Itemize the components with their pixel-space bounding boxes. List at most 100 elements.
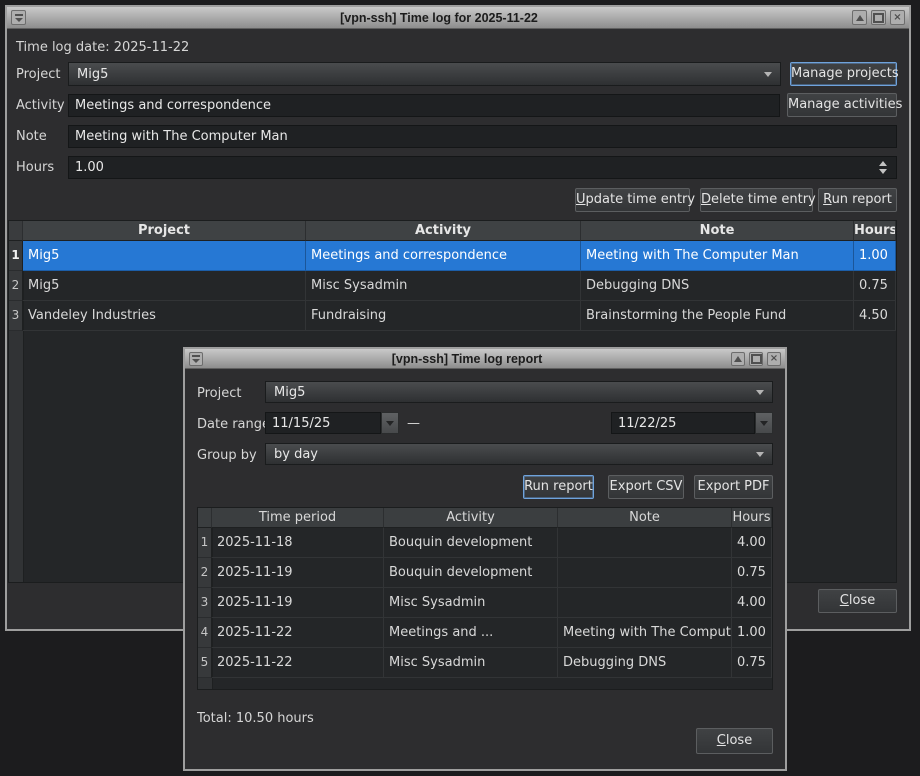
- table-row[interactable]: 3 Vandeley Industries Fundraising Brains…: [9, 301, 896, 331]
- table-cell-period[interactable]: 2025-11-18: [212, 528, 384, 558]
- table-cell-hours[interactable]: 0.75: [732, 558, 772, 588]
- table-cell-note[interactable]: [558, 558, 732, 588]
- run-report-button[interactable]: Run report: [818, 188, 897, 212]
- row-number[interactable]: 2: [198, 558, 212, 588]
- table-cell-hours[interactable]: 1.00: [732, 618, 772, 648]
- table-row[interactable]: 2 Mig5 Misc Sysadmin Debugging DNS 0.75: [9, 271, 896, 301]
- date-from-input[interactable]: [265, 412, 381, 434]
- group-by-combobox[interactable]: by day: [265, 443, 773, 465]
- table-header-activity[interactable]: Activity: [306, 221, 581, 241]
- project-combobox[interactable]: Mig5: [68, 62, 781, 86]
- chevron-down-icon: [764, 72, 772, 77]
- shade-icon: [734, 356, 742, 362]
- row-number[interactable]: 3: [198, 588, 212, 618]
- table-corner-cell: [9, 221, 23, 241]
- report-table: Time period Activity Note Hours 1 2025-1…: [197, 507, 773, 690]
- table-row[interactable]: 3 2025-11-19 Misc Sysadmin 4.00: [198, 588, 772, 618]
- window-menu-button[interactable]: [189, 352, 203, 366]
- maximize-button[interactable]: [871, 10, 886, 25]
- table-cell-project[interactable]: Vandeley Industries: [23, 301, 306, 331]
- project-label: Project: [16, 67, 60, 82]
- date-to-dropdown-button[interactable]: [755, 412, 773, 434]
- table-cell-period[interactable]: 2025-11-22: [212, 618, 384, 648]
- table-row[interactable]: 1 2025-11-18 Bouquin development 4.00: [198, 528, 772, 558]
- row-number[interactable]: 5: [198, 648, 212, 678]
- table-header-hours[interactable]: Hours: [732, 508, 772, 528]
- table-cell-hours[interactable]: 0.75: [732, 648, 772, 678]
- spin-down-icon: [879, 169, 887, 174]
- table-cell-note[interactable]: Meeting with The Computer Man: [581, 241, 854, 271]
- combo-value: Mig5: [77, 67, 108, 82]
- row-number[interactable]: 1: [198, 528, 212, 558]
- table-cell-hours[interactable]: 4.50: [854, 301, 896, 331]
- table-cell-period[interactable]: 2025-11-22: [212, 648, 384, 678]
- update-entry-button[interactable]: Update time entry: [575, 188, 690, 212]
- table-cell-note[interactable]: Debugging DNS: [558, 648, 732, 678]
- row-number[interactable]: 1: [9, 241, 23, 271]
- table-cell-activity[interactable]: Misc Sysadmin: [306, 271, 581, 301]
- table-cell-activity[interactable]: Meetings and correspondence: [306, 241, 581, 271]
- activity-input[interactable]: [68, 94, 780, 117]
- window-menu-icon: [15, 14, 23, 22]
- shade-button[interactable]: [731, 352, 745, 366]
- total-label: Total: 10.50 hours: [197, 711, 314, 726]
- dialog-close-button[interactable]: Close: [696, 728, 773, 754]
- table-header-note[interactable]: Note: [581, 221, 854, 241]
- table-cell-period[interactable]: 2025-11-19: [212, 558, 384, 588]
- table-cell-period[interactable]: 2025-11-19: [212, 588, 384, 618]
- hours-input[interactable]: [68, 156, 897, 179]
- table-cell-hours[interactable]: 0.75: [854, 271, 896, 301]
- table-cell-hours[interactable]: 4.00: [732, 588, 772, 618]
- date-range-separator: —: [407, 416, 420, 431]
- run-report-button[interactable]: Run report: [523, 475, 594, 499]
- table-cell-hours[interactable]: 4.00: [732, 528, 772, 558]
- table-cell-activity[interactable]: Misc Sysadmin: [384, 648, 558, 678]
- table-cell-activity[interactable]: Bouquin development: [384, 558, 558, 588]
- table-cell-note[interactable]: Debugging DNS: [581, 271, 854, 301]
- export-csv-button[interactable]: Export CSV: [608, 475, 684, 499]
- date-from-dropdown-button[interactable]: [381, 412, 399, 434]
- table-cell-activity[interactable]: Fundraising: [306, 301, 581, 331]
- hours-stepper[interactable]: [879, 158, 887, 177]
- table-cell-hours[interactable]: 1.00: [854, 241, 896, 271]
- table-cell-activity[interactable]: Meetings and ...: [384, 618, 558, 648]
- close-button[interactable]: Close: [818, 589, 897, 613]
- row-number[interactable]: 4: [198, 618, 212, 648]
- note-input[interactable]: [68, 125, 897, 148]
- manage-activities-button[interactable]: Manage activities: [787, 93, 897, 117]
- window-close-button[interactable]: ×: [890, 10, 905, 25]
- table-row[interactable]: 4 2025-11-22 Meetings and ... Meeting wi…: [198, 618, 772, 648]
- main-titlebar[interactable]: [vpn-ssh] Time log for 2025-11-22 ×: [7, 7, 909, 29]
- table-cell-note[interactable]: Brainstorming the People Fund: [581, 301, 854, 331]
- delete-entry-button[interactable]: Delete time entry: [700, 188, 813, 212]
- table-header-activity[interactable]: Activity: [384, 508, 558, 528]
- report-project-combobox[interactable]: Mig5: [265, 381, 773, 403]
- table-row[interactable]: 1 Mig5 Meetings and correspondence Meeti…: [9, 241, 896, 271]
- date-to-input[interactable]: [611, 412, 755, 434]
- table-header-time-period[interactable]: Time period: [212, 508, 384, 528]
- table-cell-project[interactable]: Mig5: [23, 271, 306, 301]
- table-header-hours[interactable]: Hours: [854, 221, 896, 241]
- table-cell-project[interactable]: Mig5: [23, 241, 306, 271]
- table-cell-note[interactable]: [558, 588, 732, 618]
- dialog-titlebar[interactable]: [vpn-ssh] Time log report ×: [185, 349, 785, 369]
- table-row[interactable]: 2 2025-11-19 Bouquin development 0.75: [198, 558, 772, 588]
- table-row[interactable]: 5 2025-11-22 Misc Sysadmin Debugging DNS…: [198, 648, 772, 678]
- row-number[interactable]: 2: [9, 271, 23, 301]
- table-header-note[interactable]: Note: [558, 508, 732, 528]
- note-label: Note: [16, 129, 47, 144]
- row-number[interactable]: 3: [9, 301, 23, 331]
- table-cell-note[interactable]: Meeting with The Computer...: [558, 618, 732, 648]
- table-cell-activity[interactable]: Bouquin development: [384, 528, 558, 558]
- table-header-project[interactable]: Project: [23, 221, 306, 241]
- table-cell-note[interactable]: [558, 528, 732, 558]
- combo-value: Mig5: [274, 385, 305, 400]
- export-pdf-button[interactable]: Export PDF: [694, 475, 773, 499]
- table-cell-activity[interactable]: Misc Sysadmin: [384, 588, 558, 618]
- maximize-button[interactable]: [749, 352, 763, 366]
- window-close-button[interactable]: ×: [767, 352, 781, 366]
- manage-projects-button[interactable]: Manage projects: [790, 62, 897, 86]
- window-menu-button[interactable]: [11, 10, 26, 25]
- time-log-date-label: Time log date: 2025-11-22: [16, 40, 189, 55]
- shade-button[interactable]: [852, 10, 867, 25]
